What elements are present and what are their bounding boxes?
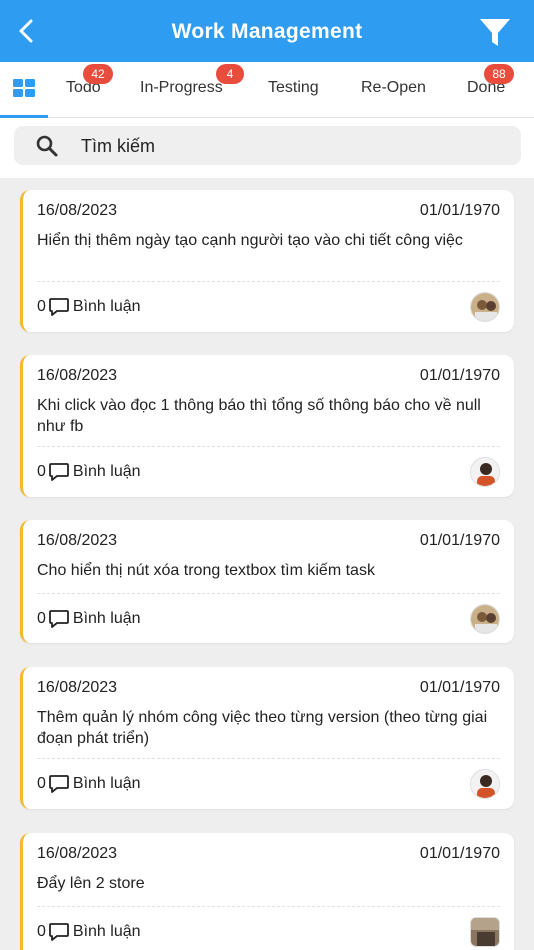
tab-re-open[interactable]: Re-Open: [352, 62, 442, 118]
comment-label: Bình luận: [72, 923, 141, 940]
tab-in-progress-label: In-Progress: [140, 79, 223, 96]
tab-todo-badge: 42: [83, 64, 113, 84]
comment-icon: [49, 610, 69, 628]
comment-label: Bình luận: [72, 610, 141, 627]
task-end-date: 01/01/1970: [419, 532, 500, 549]
comment-count: 0: [37, 923, 46, 940]
comment-count: 0: [37, 610, 46, 627]
task-card[interactable]: 16/08/2023 01/01/1970 Hiển thị thêm ngày…: [20, 190, 514, 332]
comment-count: 0: [37, 298, 46, 315]
tab-todo[interactable]: Todo 42: [55, 62, 125, 118]
task-card[interactable]: 16/08/2023 01/01/1970 Khi click vào đọc …: [20, 355, 514, 497]
card-divider: [37, 906, 500, 907]
comments-link[interactable]: 0 Bình luận: [37, 296, 141, 318]
task-card[interactable]: 16/08/2023 01/01/1970 Cho hiển thị nút x…: [20, 520, 514, 643]
task-title: Đẩy lên 2 store: [37, 875, 145, 892]
tab-grid-view[interactable]: [0, 62, 48, 118]
tab-re-open-label: Re-Open: [361, 79, 426, 96]
search-section: [0, 118, 534, 178]
card-divider: [37, 281, 500, 282]
tab-testing[interactable]: Testing: [258, 62, 338, 118]
task-card[interactable]: 16/08/2023 01/01/1970 Đẩy lên 2 store 0 …: [20, 833, 514, 950]
page-title: Work Management: [171, 20, 363, 43]
card-divider: [37, 593, 500, 594]
search-input[interactable]: [81, 131, 501, 161]
filter-icon[interactable]: [478, 15, 512, 49]
assignee-avatar[interactable]: [470, 457, 500, 487]
comment-icon: [49, 775, 69, 793]
status-tabs: Todo 42 In-Progress 4 Testing Re-Open Do…: [0, 62, 534, 118]
task-start-date: 16/08/2023: [37, 679, 118, 696]
search-icon: [36, 135, 58, 157]
card-divider: [37, 446, 500, 447]
tab-done[interactable]: Done 88: [457, 62, 534, 118]
task-start-date: 16/08/2023: [37, 202, 118, 219]
comments-link[interactable]: 0 Bình luận: [37, 461, 141, 483]
comment-icon: [49, 923, 69, 941]
comment-label: Bình luận: [72, 298, 141, 315]
task-card[interactable]: 16/08/2023 01/01/1970 Thêm quản lý nhóm …: [20, 667, 514, 809]
task-end-date: 01/01/1970: [419, 367, 500, 384]
task-end-date: 01/01/1970: [419, 679, 500, 696]
tab-done-badge: 88: [484, 64, 514, 84]
comments-link[interactable]: 0 Bình luận: [37, 773, 141, 795]
comment-icon: [49, 463, 69, 481]
grid-icon: [13, 79, 35, 97]
task-start-date: 16/08/2023: [37, 367, 118, 384]
search-box: [14, 126, 521, 165]
task-end-date: 01/01/1970: [419, 845, 500, 862]
task-title: Cho hiển thị nút xóa trong textbox tìm k…: [37, 562, 375, 579]
comments-link[interactable]: 0 Bình luận: [37, 608, 141, 630]
tab-testing-label: Testing: [268, 79, 319, 96]
comment-count: 0: [37, 775, 46, 792]
task-title: Khi click vào đọc 1 thông báo thì tổng s…: [37, 397, 481, 435]
comments-link[interactable]: 0 Bình luận: [37, 921, 141, 943]
comment-icon: [49, 298, 69, 316]
assignee-avatar[interactable]: [470, 292, 500, 322]
tab-in-progress[interactable]: In-Progress 4: [130, 62, 245, 118]
comment-label: Bình luận: [72, 775, 141, 792]
task-end-date: 01/01/1970: [419, 202, 500, 219]
tab-in-progress-badge: 4: [216, 64, 244, 84]
card-divider: [37, 758, 500, 759]
comment-label: Bình luận: [72, 463, 141, 480]
assignee-avatar[interactable]: [470, 917, 500, 947]
app-header: Work Management: [0, 0, 534, 62]
task-title: Thêm quản lý nhóm công việc theo từng ve…: [37, 709, 488, 747]
assignee-avatar[interactable]: [470, 769, 500, 799]
task-start-date: 16/08/2023: [37, 845, 118, 862]
assignee-avatar[interactable]: [470, 604, 500, 634]
task-title: Hiển thị thêm ngày tạo cạnh người tạo và…: [37, 232, 463, 249]
comment-count: 0: [37, 463, 46, 480]
task-start-date: 16/08/2023: [37, 532, 118, 549]
